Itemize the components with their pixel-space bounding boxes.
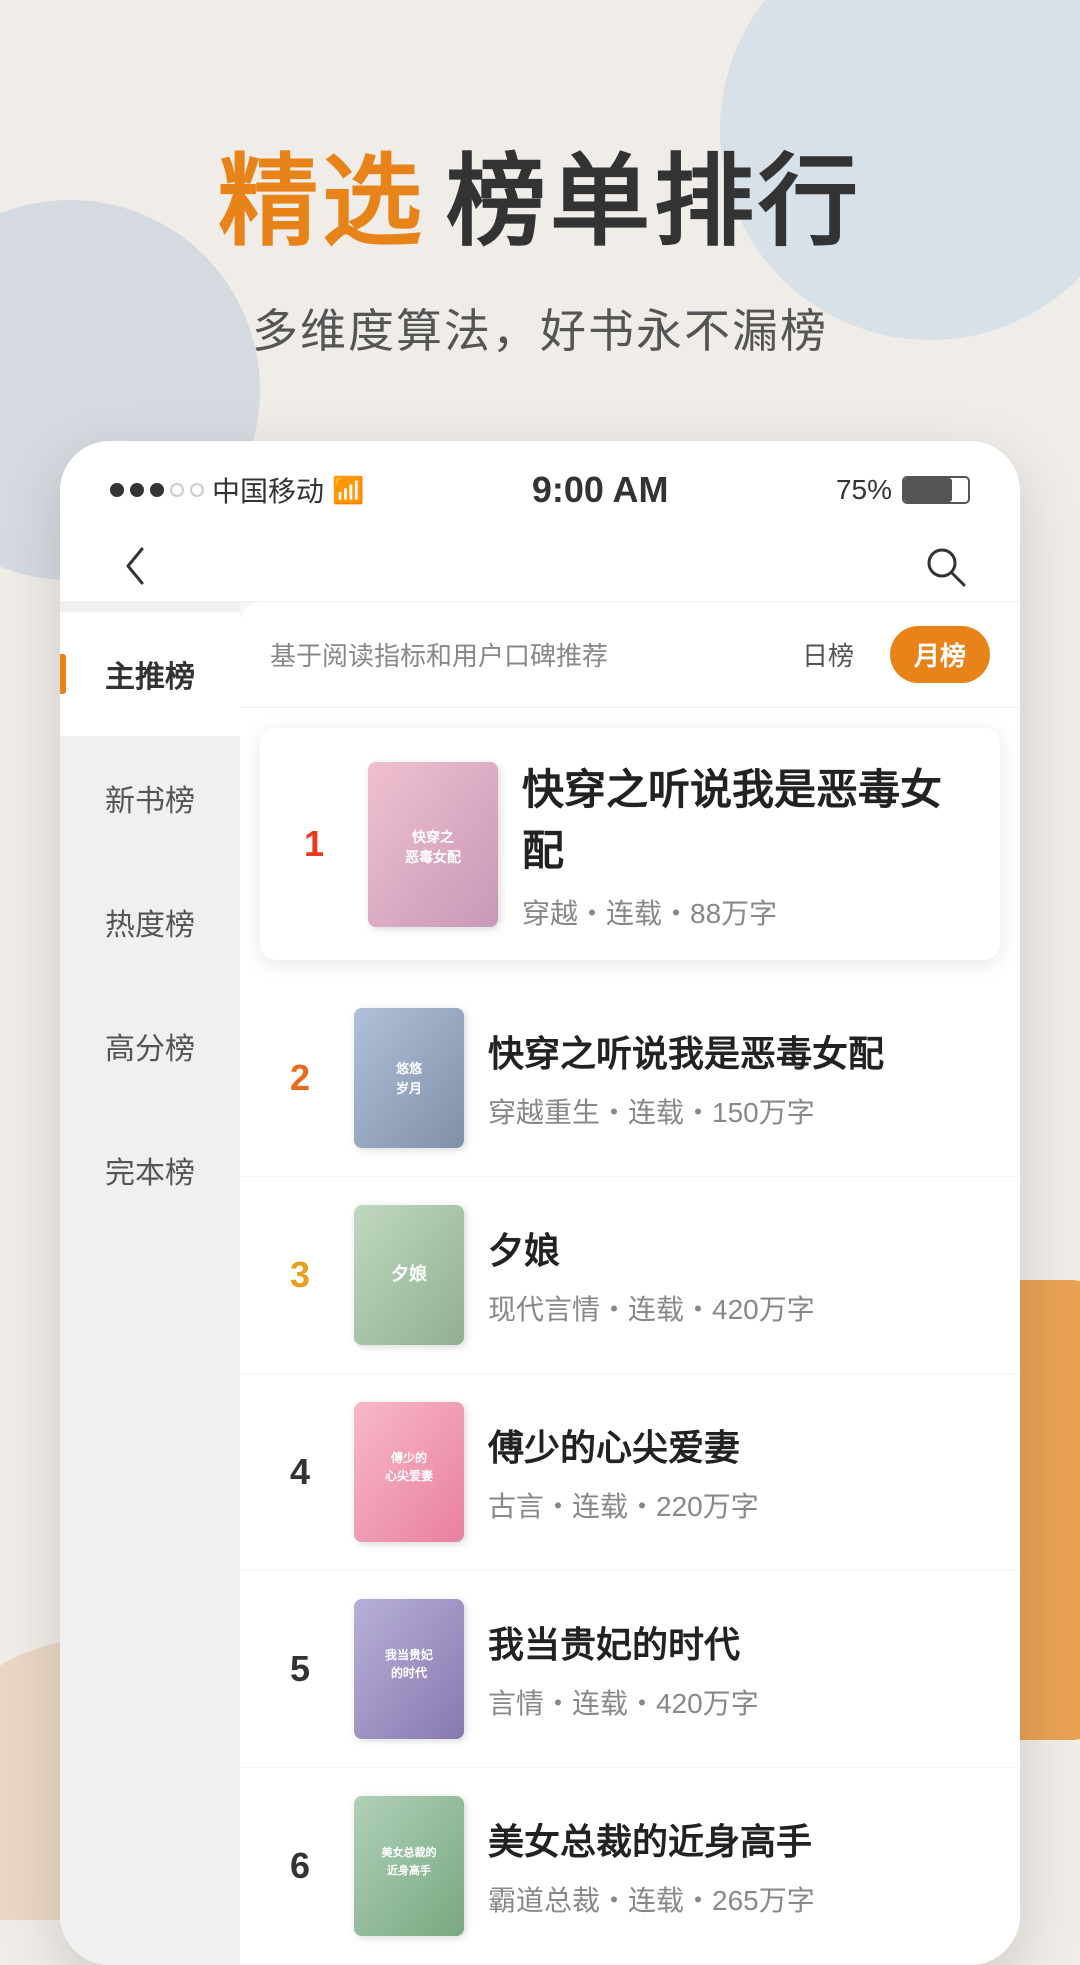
- book-info-3: 夕娘 现代言情・连载・420万字: [488, 1222, 990, 1328]
- signal-dots: [110, 483, 204, 497]
- battery-bar: [902, 476, 970, 504]
- rank-number-1: 1: [284, 823, 344, 865]
- svg-text:的时代: 的时代: [391, 1665, 427, 1680]
- book-info-2: 快穿之听说我是恶毒女配 穿越重生・连载・150万字: [488, 1025, 990, 1131]
- header-title: 精选 榜单排行: [80, 120, 1000, 265]
- book-meta-1: 穿越・连载・88万字: [522, 892, 976, 932]
- sidebar: 主推榜 新书榜 热度榜 高分榜 完本榜: [60, 602, 240, 1965]
- book-title-4: 傅少的心尖爱妻: [488, 1419, 990, 1471]
- book-cover-img-6: 美女总裁的 近身高手: [354, 1796, 464, 1936]
- svg-text:悠悠: 悠悠: [395, 1061, 423, 1076]
- book-cover-img-5: 我当贵妃 的时代: [354, 1599, 464, 1739]
- book-cover-1: 快穿之 恶毒女配: [368, 762, 498, 927]
- book-info-1: 快穿之听说我是恶毒女配 穿越・连载・88万字: [522, 756, 976, 932]
- phone-mockup: 中国移动 📶 9:00 AM 75% 主推榜: [60, 441, 1020, 1965]
- status-right: 75%: [836, 474, 970, 506]
- rank-number-4: 4: [270, 1451, 330, 1493]
- svg-text:恶毒女配: 恶毒女配: [405, 849, 461, 865]
- app-nav-bar: [60, 531, 1020, 602]
- book-cover-4: 傅少的 心尖爱妻: [354, 1402, 464, 1542]
- status-time: 9:00 AM: [532, 469, 669, 511]
- search-button[interactable]: [920, 541, 970, 591]
- book-cover-3: 夕娘: [354, 1205, 464, 1345]
- svg-text:近身高手: 近身高手: [387, 1863, 431, 1877]
- book-title-1: 快穿之听说我是恶毒女配: [522, 756, 976, 878]
- signal-dot-3: [150, 483, 164, 497]
- book-meta-5: 言情・连载・420万字: [488, 1682, 990, 1722]
- book-meta-6: 霸道总裁・连载・265万字: [488, 1879, 990, 1919]
- rank-number-3: 3: [270, 1254, 330, 1296]
- book-meta-2: 穿越重生・连载・150万字: [488, 1091, 990, 1131]
- carrier-text: 中国移动: [212, 470, 324, 510]
- filter-bar: 基于阅读指标和用户口碑推荐 日榜 月榜: [240, 602, 1020, 708]
- status-left: 中国移动 📶: [110, 470, 364, 510]
- book-meta-3: 现代言情・连载・420万字: [488, 1288, 990, 1328]
- book-cover-img-1: 快穿之 恶毒女配: [368, 762, 498, 927]
- rank-item-2[interactable]: 2 悠悠 岁月: [240, 980, 1020, 1177]
- filter-tabs: 日榜 月榜: [778, 626, 990, 683]
- rank-number-2: 2: [270, 1057, 330, 1099]
- title-orange: 精选: [218, 120, 426, 265]
- book-cover-img-2: 悠悠 岁月: [354, 1008, 464, 1148]
- sidebar-item-新书榜[interactable]: 新书榜: [60, 736, 240, 860]
- header-subtitle: 多维度算法，好书永不漏榜: [80, 295, 1000, 361]
- battery-text: 75%: [836, 474, 892, 506]
- main-list: 基于阅读指标和用户口碑推荐 日榜 月榜 1: [240, 602, 1020, 1965]
- filter-description: 基于阅读指标和用户口碑推荐: [270, 636, 608, 673]
- rank-item-4[interactable]: 4 傅少的 心尖爱妻: [240, 1374, 1020, 1571]
- sidebar-item-热度榜[interactable]: 热度榜: [60, 860, 240, 984]
- svg-text:夕娘: 夕娘: [391, 1263, 427, 1284]
- svg-text:快穿之: 快穿之: [412, 829, 454, 845]
- svg-text:心尖爱妻: 心尖爱妻: [385, 1468, 433, 1483]
- book-cover-5: 我当贵妃 的时代: [354, 1599, 464, 1739]
- book-cover-img-4: 傅少的 心尖爱妻: [354, 1402, 464, 1542]
- book-cover-2: 悠悠 岁月: [354, 1008, 464, 1148]
- sidebar-item-主推榜[interactable]: 主推榜: [60, 612, 240, 736]
- signal-dot-2: [130, 483, 144, 497]
- book-title-5: 我当贵妃的时代: [488, 1616, 990, 1668]
- book-meta-4: 古言・连载・220万字: [488, 1485, 990, 1525]
- wifi-icon: 📶: [332, 475, 364, 506]
- header-section: 精选 榜单排行 多维度算法，好书永不漏榜: [0, 0, 1080, 421]
- book-cover-img-3: 夕娘: [354, 1205, 464, 1345]
- rank-number-5: 5: [270, 1648, 330, 1690]
- book-info-6: 美女总裁的近身高手 霸道总裁・连载・265万字: [488, 1813, 990, 1919]
- sidebar-item-高分榜[interactable]: 高分榜: [60, 984, 240, 1108]
- signal-dot-5: [190, 483, 204, 497]
- title-dark: 榜单排行: [446, 120, 862, 265]
- content-area: 主推榜 新书榜 热度榜 高分榜 完本榜 基于阅读指标和用户口碑推荐 日榜 月榜 …: [60, 602, 1020, 1965]
- back-button[interactable]: [110, 541, 160, 591]
- rank-number-6: 6: [270, 1845, 330, 1887]
- svg-text:我当贵妃: 我当贵妃: [385, 1647, 433, 1662]
- svg-text:傅少的: 傅少的: [390, 1450, 427, 1465]
- sidebar-item-完本榜[interactable]: 完本榜: [60, 1108, 240, 1232]
- filter-tab-daily[interactable]: 日榜: [778, 626, 878, 683]
- rank-item-6[interactable]: 6 美女总裁的 近身高手: [240, 1768, 1020, 1965]
- rank-item-5[interactable]: 5 我当贵妃 的时代: [240, 1571, 1020, 1768]
- rank-item-1[interactable]: 1 快穿之 恶毒女配: [260, 728, 1000, 960]
- book-cover-6: 美女总裁的 近身高手: [354, 1796, 464, 1936]
- svg-text:岁月: 岁月: [396, 1081, 422, 1096]
- book-title-6: 美女总裁的近身高手: [488, 1813, 990, 1865]
- svg-text:美女总裁的: 美女总裁的: [382, 1845, 437, 1859]
- filter-tab-monthly[interactable]: 月榜: [890, 626, 990, 683]
- battery-fill: [904, 478, 952, 502]
- status-bar: 中国移动 📶 9:00 AM 75%: [60, 441, 1020, 531]
- signal-dot-1: [110, 483, 124, 497]
- rank-item-3[interactable]: 3 夕娘: [240, 1177, 1020, 1374]
- book-title-3: 夕娘: [488, 1222, 990, 1274]
- book-title-2: 快穿之听说我是恶毒女配: [488, 1025, 990, 1077]
- book-info-4: 傅少的心尖爱妻 古言・连载・220万字: [488, 1419, 990, 1525]
- book-info-5: 我当贵妃的时代 言情・连载・420万字: [488, 1616, 990, 1722]
- signal-dot-4: [170, 483, 184, 497]
